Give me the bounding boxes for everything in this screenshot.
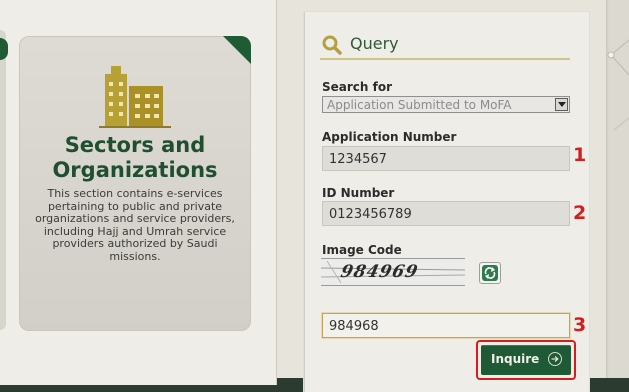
search-for-select[interactable]: Application Submitted to MoFA: [322, 96, 570, 113]
step-number-1: 1: [573, 144, 587, 166]
search-icon: [322, 35, 342, 55]
card-title: Sectors and Organizations: [52, 133, 218, 182]
inquire-button[interactable]: Inquire: [481, 345, 571, 375]
query-panel: Query Search for Application Submitted t…: [304, 12, 589, 392]
image-code-label: Image Code: [322, 243, 402, 257]
refresh-captcha-button[interactable]: [479, 262, 501, 284]
left-content-panel: Sectors and Organizations This section c…: [0, 0, 277, 385]
sectors-organizations-card[interactable]: Sectors and Organizations This section c…: [19, 36, 251, 331]
image-code-input[interactable]: 984968: [322, 313, 570, 338]
step-number-3: 3: [573, 314, 587, 336]
inquire-label: Inquire: [491, 352, 540, 366]
card-corner-tab: [223, 36, 251, 64]
search-for-label: Search for: [322, 80, 393, 94]
arrow-right-icon: [548, 352, 562, 366]
step-number-2: 2: [573, 202, 587, 224]
decorative-network-pattern: [607, 39, 629, 131]
background-right-edge: [606, 0, 629, 392]
id-number-input[interactable]: 0123456789: [322, 201, 570, 226]
chevron-down-icon[interactable]: [555, 98, 568, 111]
previous-card-tab: [0, 38, 8, 60]
refresh-icon: [482, 265, 498, 281]
query-title: Query: [350, 34, 399, 53]
search-for-selected-value: Application Submitted to MoFA: [327, 98, 512, 112]
captcha-image: 984969: [321, 258, 465, 286]
application-number-input[interactable]: 1234567: [322, 146, 570, 171]
application-number-label: Application Number: [322, 130, 457, 144]
captcha-text: 984969: [338, 262, 421, 282]
buildings-icon: [99, 66, 171, 128]
card-description: This section contains e-services pertain…: [35, 187, 235, 263]
previous-card-edge: [0, 30, 6, 330]
id-number-label: ID Number: [322, 186, 395, 200]
query-header: Query: [320, 32, 570, 60]
